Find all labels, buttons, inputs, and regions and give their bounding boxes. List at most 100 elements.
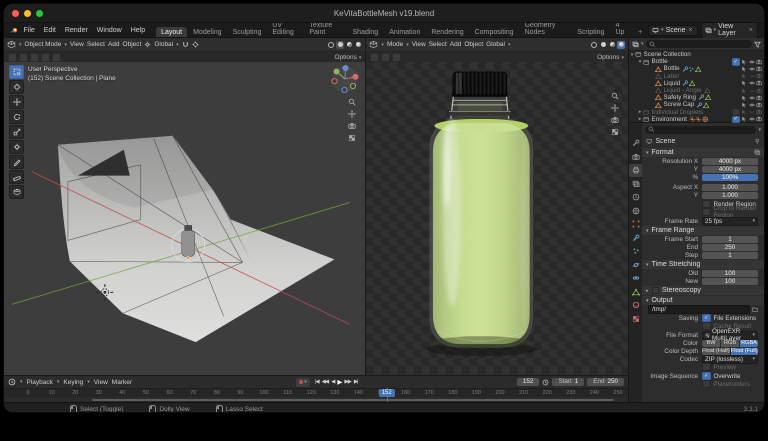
tab-layout[interactable]: Layout xyxy=(156,27,187,37)
time-stretch-new-field[interactable]: 100 xyxy=(702,278,758,285)
viewport-rendered-canvas[interactable] xyxy=(366,62,628,375)
render-visibility-camera-icon[interactable] xyxy=(756,66,762,72)
selectable-cursor-icon[interactable] xyxy=(741,73,747,79)
timeline-editor-icon[interactable] xyxy=(8,378,16,386)
section-format[interactable]: ▾Format xyxy=(642,148,764,157)
viewport-rendered[interactable]: ▾ Mode▾ View Select Add Object Global▾ xyxy=(365,38,628,375)
tab-world-properties[interactable] xyxy=(629,205,642,218)
render-visibility-camera-icon[interactable] xyxy=(756,59,762,65)
viewport-solid[interactable]: ▾ Object Mode▾ View Select Add Object Gl… xyxy=(4,38,365,375)
tab-animation[interactable]: Animation xyxy=(384,27,425,37)
resolution-percent-slider[interactable]: 100% xyxy=(702,174,758,181)
render-visibility-camera-icon[interactable] xyxy=(756,102,762,108)
selectable-cursor-icon[interactable] xyxy=(741,95,747,101)
tab-scripting[interactable]: Scripting xyxy=(572,27,609,37)
xray-toggle-icon[interactable] xyxy=(392,53,401,62)
tab-particle-properties[interactable] xyxy=(629,245,642,258)
toggle-perspective-icon[interactable] xyxy=(611,128,619,136)
render-visibility-camera-icon[interactable] xyxy=(756,109,762,115)
cache-result-checkbox[interactable]: ✓ xyxy=(702,322,711,331)
jump-to-end-button[interactable]: ▶| xyxy=(353,379,359,385)
orientation-dropdown[interactable]: Global xyxy=(486,41,505,48)
frame-step-field[interactable]: 1 xyxy=(702,252,758,259)
outliner-row-object-liquid[interactable]: Liquid xyxy=(629,80,764,87)
mode-dropdown[interactable]: Object Mode xyxy=(25,41,62,48)
move-view-icon[interactable] xyxy=(611,104,619,112)
tab-data-properties[interactable] xyxy=(629,286,642,299)
tool-measure[interactable] xyxy=(9,170,24,184)
tab-sculpting[interactable]: Sculpting xyxy=(228,27,267,37)
hide-eye-icon[interactable] xyxy=(749,102,755,108)
editor-type-icon[interactable] xyxy=(369,40,378,49)
scene-unlink-icon[interactable]: × xyxy=(688,27,694,34)
zoom-view-icon[interactable] xyxy=(611,92,619,100)
outliner-row-collection-bottle[interactable]: ▾ Bottle ✓ xyxy=(629,58,764,65)
selectable-cursor-icon[interactable] xyxy=(741,80,747,86)
tab-texture-properties[interactable] xyxy=(629,313,642,326)
tab-output-properties[interactable] xyxy=(629,164,642,177)
select-mode-subtract-icon[interactable] xyxy=(30,53,39,62)
shading-rendered-button[interactable] xyxy=(617,41,625,49)
menu-window[interactable]: Window xyxy=(93,27,126,34)
hide-eye-icon[interactable] xyxy=(749,66,755,72)
selectable-cursor-icon[interactable] xyxy=(741,116,747,122)
shading-material-button[interactable] xyxy=(345,41,353,49)
next-keyframe-button[interactable]: ▶▶ xyxy=(343,379,351,385)
color-bw-option[interactable]: BW xyxy=(702,340,720,347)
color-rgba-option[interactable]: RGBA xyxy=(740,340,758,347)
timeline-editor[interactable]: ▾ Playback▾ Keying▾ View Marker ▾ |◀ ◀◀ … xyxy=(4,375,628,402)
shading-rendered-button[interactable] xyxy=(354,41,362,49)
view-menu[interactable]: View xyxy=(70,41,84,48)
tab-rendering[interactable]: Rendering xyxy=(426,27,468,37)
preview-checkbox[interactable]: ✓ xyxy=(702,363,711,372)
tab-shading[interactable]: Shading xyxy=(348,27,384,37)
orientation-dropdown[interactable]: Global xyxy=(154,41,173,48)
play-button[interactable]: ▶ xyxy=(336,378,342,386)
tool-add-primitive[interactable] xyxy=(9,185,24,199)
navigation-gizmo[interactable] xyxy=(330,64,360,94)
hide-eye-closed-icon[interactable] xyxy=(749,109,755,115)
frame-start-field[interactable]: 1 xyxy=(702,236,758,243)
overlays-toggle-icon[interactable] xyxy=(381,53,390,62)
tab-modeling[interactable]: Modeling xyxy=(188,27,226,37)
options-dropdown[interactable]: Options xyxy=(597,54,619,61)
marker-menu[interactable]: Marker xyxy=(112,379,132,386)
tab-modifier-properties[interactable] xyxy=(629,232,642,245)
render-visibility-camera-icon[interactable] xyxy=(756,73,762,79)
menu-file[interactable]: File xyxy=(19,27,38,34)
menu-render[interactable]: Render xyxy=(61,27,92,34)
outliner-row-object-safety-ring[interactable]: Safety Ring xyxy=(629,94,764,101)
zoom-view-icon[interactable] xyxy=(348,98,356,106)
tool-transform[interactable] xyxy=(9,140,24,154)
hide-eye-icon[interactable] xyxy=(749,95,755,101)
frame-end-field[interactable]: 250 xyxy=(702,244,758,251)
menu-edit[interactable]: Edit xyxy=(40,27,60,34)
folder-icon[interactable] xyxy=(752,306,759,313)
float-half-option[interactable]: Float (Half) xyxy=(702,348,730,355)
viewport-solid-canvas[interactable]: User Perspective (152) Scene Collection … xyxy=(4,62,365,375)
playback-menu[interactable]: Playback xyxy=(27,379,53,386)
editor-type-icon[interactable] xyxy=(7,40,16,49)
view-layer-selector[interactable]: ▾ View Layer × xyxy=(701,21,758,39)
select-menu[interactable]: Select xyxy=(87,41,105,48)
presets-icon[interactable] xyxy=(754,149,761,156)
codec-dropdown[interactable]: ZIP (lossless)▾ xyxy=(702,355,758,364)
hide-eye-closed-icon[interactable] xyxy=(749,88,755,94)
hide-eye-closed-icon[interactable] xyxy=(749,73,755,79)
object-menu[interactable]: Object xyxy=(123,41,142,48)
tab-material-properties[interactable] xyxy=(629,299,642,312)
shading-solid-button[interactable] xyxy=(599,41,607,49)
render-region-checkbox[interactable]: ✓ xyxy=(702,200,711,209)
select-mode-invert-icon[interactable] xyxy=(41,53,50,62)
collection-exclude-checkbox[interactable]: ✓ xyxy=(732,116,740,124)
hide-eye-icon[interactable] xyxy=(749,59,755,65)
outliner-row-object-bottle[interactable]: Bottle xyxy=(629,65,764,72)
tab-scene-properties[interactable] xyxy=(629,191,642,204)
resolution-x-field[interactable]: 4000 px xyxy=(702,158,758,165)
tool-scale[interactable] xyxy=(9,125,24,139)
color-rgb-option[interactable]: RGB xyxy=(721,340,739,347)
scene-selector[interactable]: ▾ Scene × xyxy=(648,25,697,36)
tab-add-workspace[interactable]: + xyxy=(633,27,647,37)
view-menu[interactable]: View xyxy=(94,379,108,386)
outliner-row-collection-environment[interactable]: ▸ Environment ✓ xyxy=(629,116,764,123)
